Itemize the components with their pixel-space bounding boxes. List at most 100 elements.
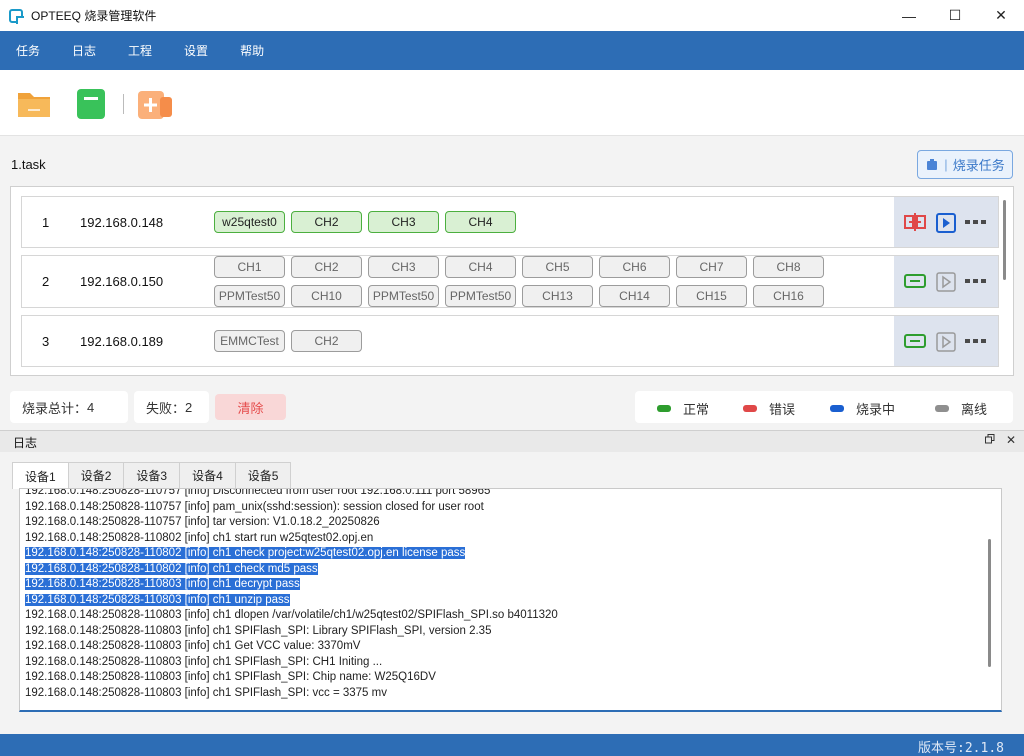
log-line[interactable]: 192.168.0.148:250828-110803 [info] ch1 d… [25,608,558,624]
channel-button[interactable]: EMMCTest [214,330,285,352]
log-line-text: 192.168.0.148:250828-110803 [info] ch1 S… [25,671,436,683]
channel-button[interactable]: PPMTest50 [445,285,516,307]
channel-button[interactable]: CH10 [291,285,362,307]
tab-device3[interactable]: 设备3 [123,462,181,488]
channel-button[interactable]: CH15 [676,285,747,307]
status-legend: 正常 错误 烧录中 离线 [635,391,1013,423]
menu-item-help[interactable]: 帮助 [240,42,264,59]
log-title: 日志 [13,436,38,450]
channel-button[interactable]: PPMTest50 [214,285,285,307]
row-ip: 192.168.0.150 [80,274,164,289]
log-line-text: 192.168.0.148:250828-110802 [info] ch1 c… [25,562,318,575]
play-icon[interactable] [936,332,956,352]
float-dock-icon[interactable] [985,434,995,447]
burn-task-button[interactable]: | 烧录任务 [917,150,1013,179]
menu-bar: 任务 日志 工程 设置 帮助 [0,31,1024,70]
log-line[interactable]: 192.168.0.148:250828-110803 [info] ch1 S… [25,624,558,640]
log-line-text: 192.168.0.148:250828-110803 [info] ch1 d… [25,578,300,590]
log-line[interactable]: 192.168.0.148:250828-110757 [info] tar v… [25,515,558,531]
log-line[interactable]: 192.168.0.148:250828-110803 [info] ch1 S… [25,655,558,671]
log-line-text: 192.168.0.148:250828-110757 [info] Disco… [25,488,491,497]
device-row[interactable]: 1 192.168.0.148 w25qtest0 CH2 CH3 CH4 [21,196,999,248]
log-line-text: 192.168.0.148:250828-110803 [info] ch1 d… [25,609,558,621]
device-row[interactable]: 3 192.168.0.189 EMMCTest CH2 [21,315,999,367]
log-scrollbar[interactable] [988,539,991,667]
log-line[interactable]: 192.168.0.148:250828-110803 [info] ch1 u… [25,593,558,609]
burn-task-label: 烧录任务 [952,158,1005,173]
maximize-button[interactable]: ☐ [932,0,978,31]
log-line[interactable]: 192.168.0.148:250828-110802 [info] ch1 c… [25,546,558,562]
log-line[interactable]: 192.168.0.148:250828-110803 [info] ch1 d… [25,577,558,593]
menu-item-project[interactable]: 工程 [128,42,152,59]
close-button[interactable]: ✕ [978,0,1024,31]
channel-button[interactable]: CH14 [599,285,670,307]
add-task-icon[interactable] [136,87,174,121]
device-list: 1 192.168.0.148 w25qtest0 CH2 CH3 CH4 2 … [10,186,1014,376]
row-actions [894,256,998,307]
open-folder-icon[interactable] [16,87,54,121]
device-normal-icon[interactable] [904,272,926,290]
play-icon[interactable] [936,213,956,233]
channel-button[interactable]: CH3 [368,256,439,278]
channel-button[interactable]: PPMTest50 [368,285,439,307]
total-value: 4 [87,399,95,415]
device-list-scrollbar[interactable] [1003,200,1006,280]
legend-label: 离线 [961,402,988,417]
channel-button[interactable]: CH7 [676,256,747,278]
log-line[interactable]: 192.168.0.148:250828-110802 [info] ch1 c… [25,562,558,578]
channel-button[interactable]: CH4 [445,256,516,278]
log-line[interactable]: 192.168.0.148:250828-110803 [info] ch1 G… [25,639,558,655]
log-line[interactable]: 192.168.0.148:250828-110757 [info] Disco… [25,488,558,500]
log-line-text: 192.168.0.148:250828-110802 [info] ch1 c… [25,547,466,559]
total-count: 烧录总计： 4 [10,391,128,423]
log-line[interactable]: 192.168.0.148:250828-110803 [info] ch1 S… [25,670,558,686]
toolbar-separator [123,94,124,114]
channel-button[interactable]: CH4 [445,211,516,233]
channel-button[interactable]: CH2 [291,330,362,352]
legend-swatch [743,405,757,412]
legend-offline: 离线 [935,399,987,418]
channel-button[interactable]: CH2 [291,211,362,233]
log-line[interactable]: 192.168.0.148:250828-110803 [info] ch1 S… [25,686,558,702]
channel-button[interactable]: CH3 [368,211,439,233]
tab-device5[interactable]: 设备5 [234,462,292,488]
green-device-icon[interactable] [72,87,110,121]
device-tabs: 设备1 设备2 设备3 设备4 设备5 [12,462,292,489]
status-bar: 版本号:2.1.8 [0,734,1024,756]
menu-item-task[interactable]: 任务 [16,42,40,59]
close-dock-icon[interactable]: ✕ [1006,433,1016,447]
device-row[interactable]: 2 192.168.0.150 CH1 CH2 CH3 CH4 CH5 CH6 … [21,255,999,308]
device-normal-icon[interactable] [904,332,926,350]
more-icon[interactable] [964,274,988,288]
legend-error: 错误 [743,399,795,418]
channel-button[interactable]: CH6 [599,256,670,278]
channel-button[interactable]: CH1 [214,256,285,278]
play-icon[interactable] [936,272,956,292]
error-split-icon[interactable] [904,213,926,231]
channel-button[interactable]: CH16 [753,285,824,307]
tab-device2[interactable]: 设备2 [67,462,125,488]
fail-count: 失败： 2 [134,391,209,423]
menu-item-settings[interactable]: 设置 [184,42,208,59]
fail-label: 失败： [146,400,186,416]
tab-device4[interactable]: 设备4 [179,462,236,488]
channel-button[interactable]: CH2 [291,256,362,278]
clear-button[interactable]: 清除 [215,394,286,420]
channel-button[interactable]: w25qtest0 [214,211,285,233]
log-line[interactable]: 192.168.0.148:250828-110757 [info] pam_u… [25,500,558,516]
legend-swatch [830,405,844,412]
window-title: OPTEEQ 烧录管理软件 [31,9,157,23]
more-icon[interactable] [964,215,988,229]
log-line-text: 192.168.0.148:250828-110803 [info] ch1 S… [25,624,492,637]
log-line[interactable]: 192.168.0.148:250828-110802 [info] ch1 s… [25,531,558,547]
legend-label: 烧录中 [856,402,896,417]
channel-button[interactable]: CH8 [753,256,824,278]
more-icon[interactable] [964,334,988,348]
channel-button[interactable]: CH5 [522,256,593,278]
log-output[interactable]: 192.168.0.148:250828-110757 [info] Disco… [19,488,1002,712]
channel-button[interactable]: CH13 [522,285,593,307]
minimize-button[interactable]: — [886,0,932,31]
tab-device1[interactable]: 设备1 [12,462,69,489]
menu-item-log[interactable]: 日志 [72,42,96,59]
log-dock-header: 日志 ✕ [0,430,1024,452]
